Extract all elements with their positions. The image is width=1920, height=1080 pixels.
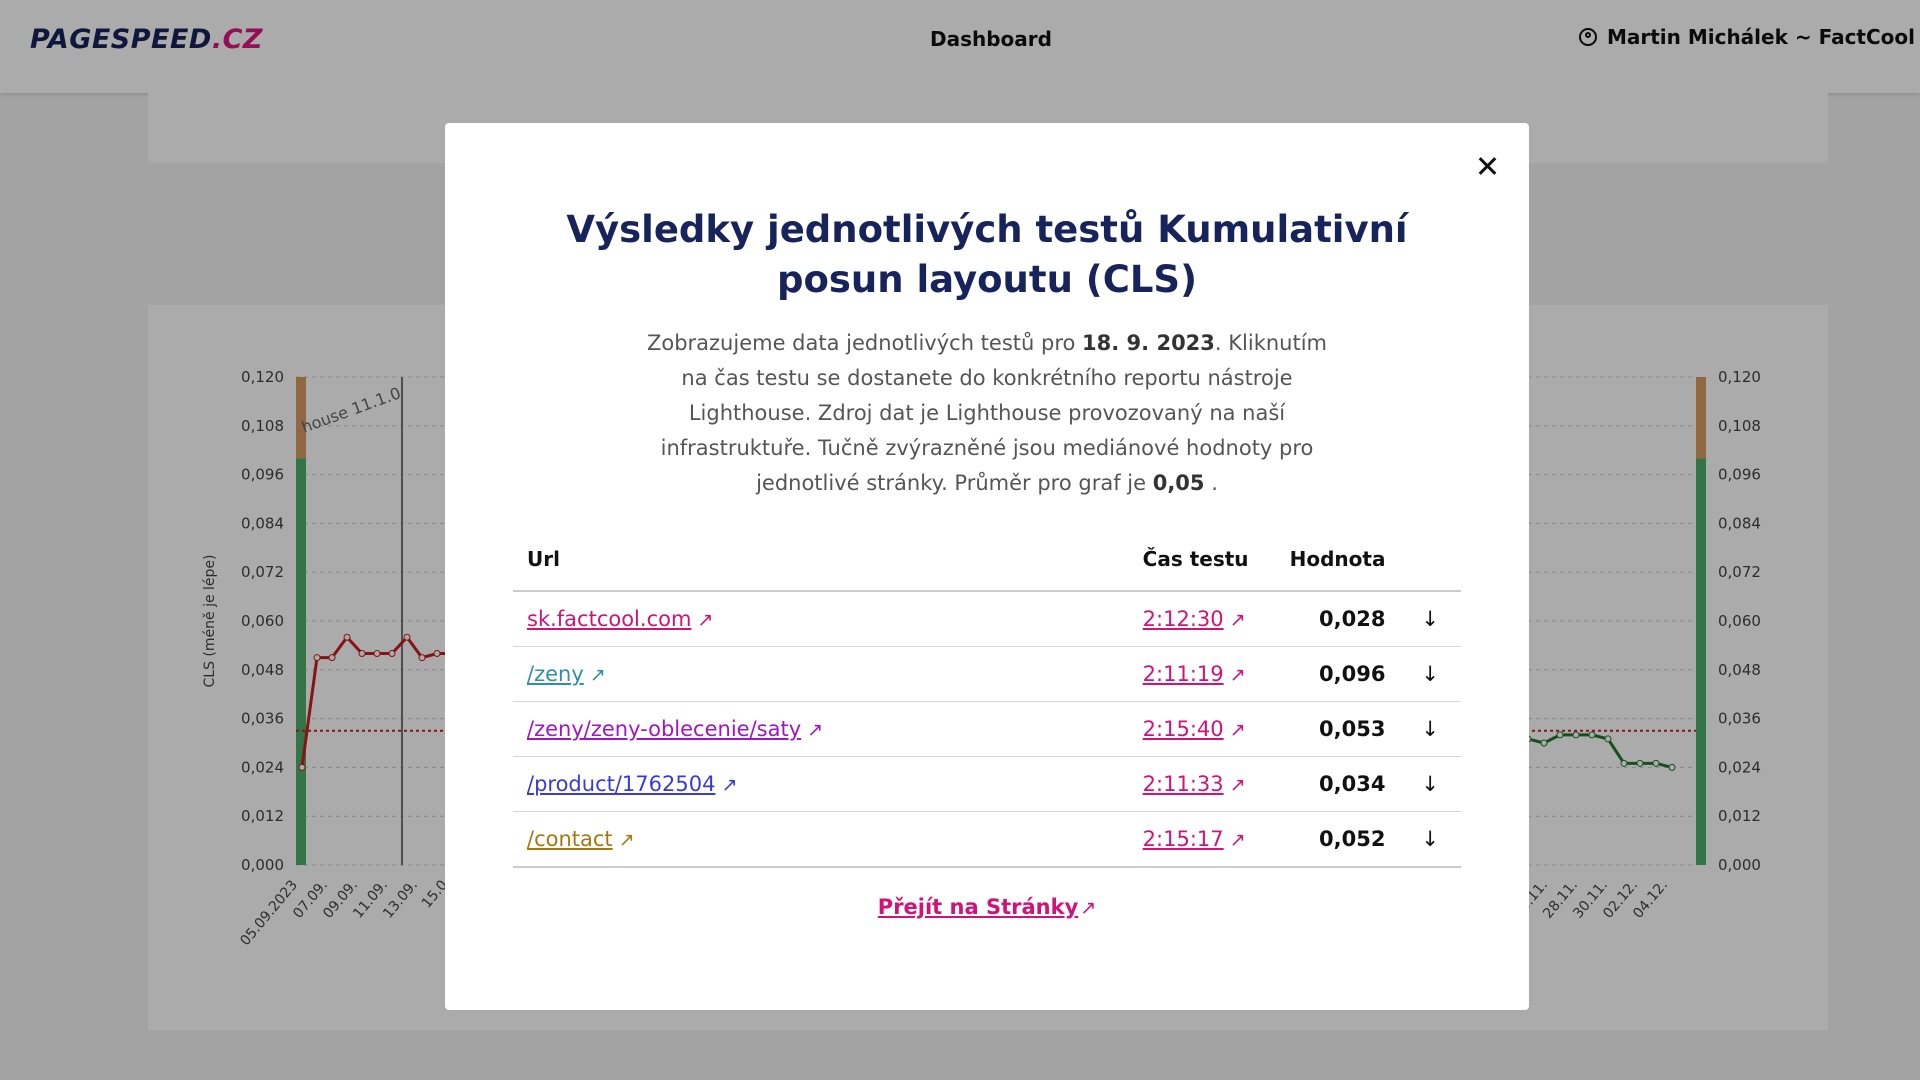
external-link-icon: ↗ <box>1229 829 1246 851</box>
value-cell: 0,052 <box>1275 811 1400 868</box>
url-cell: /zeny/zeny-oblecenie/saty ↗ <box>513 701 1129 757</box>
table-row: /zeny ↗ 2:11:19 ↗ 0,096 ↓ <box>513 646 1461 702</box>
url-link[interactable]: /product/1762504 <box>527 772 715 796</box>
report-time-link[interactable]: 2:11:19 <box>1143 662 1224 686</box>
url-link[interactable]: /zeny/zeny-oblecenie/saty <box>527 717 801 741</box>
url-cell: /zeny ↗ <box>513 646 1129 702</box>
url-cell: /contact ↗ <box>513 811 1129 868</box>
external-link-icon: ↗ <box>1080 897 1097 919</box>
modal-title: Výsledky jednotlivých testů Kumulativní … <box>566 208 1408 301</box>
table-row: /zeny/zeny-oblecenie/saty ↗ 2:15:40 ↗ 0,053 ↓ <box>513 701 1461 757</box>
header-value: Hodnota <box>1275 528 1400 592</box>
url-link[interactable]: sk.factcool.com <box>527 607 691 631</box>
arrow-down-icon[interactable]: ↓ <box>1399 756 1461 812</box>
close-icon[interactable] <box>1473 151 1503 181</box>
results-modal: Výsledky jednotlivých testů Kumulativní … <box>445 123 1529 1010</box>
url-link[interactable]: /contact <box>527 827 613 851</box>
table-header-row: Url Čas testu Hodnota <box>513 528 1461 592</box>
table-row: sk.factcool.com ↗ 2:12:30 ↗ 0,028 ↓ <box>513 591 1461 647</box>
value-cell: 0,028 <box>1275 591 1400 647</box>
results-table: Url Čas testu Hodnota sk.factcool.com ↗ 2:… <box>513 528 1461 868</box>
report-time-link[interactable]: 2:11:33 <box>1143 772 1224 796</box>
url-link[interactable]: /zeny <box>527 662 584 686</box>
desc-text-1: Zobrazujeme data jednotlivých testů pro <box>646 331 1076 355</box>
value-cell: 0,034 <box>1275 756 1400 812</box>
external-link-icon: ↗ <box>807 719 824 741</box>
external-link-icon: ↗ <box>1229 664 1246 686</box>
arrow-down-icon[interactable]: ↓ <box>1399 646 1461 702</box>
value-cell: 0,096 <box>1275 646 1400 702</box>
arrow-down-icon[interactable]: ↓ <box>1399 811 1461 868</box>
time-cell: 2:11:19 ↗ <box>1128 646 1276 702</box>
arrow-down-icon[interactable]: ↓ <box>1399 701 1461 757</box>
table-row: /contact ↗ 2:15:17 ↗ 0,052 ↓ <box>513 811 1461 868</box>
url-cell: /product/1762504 ↗ <box>513 756 1129 812</box>
external-link-icon: ↗ <box>589 664 606 686</box>
desc-text-2: . Kliknutím na čas testu se dostanete do… <box>660 331 1328 495</box>
table-body: sk.factcool.com ↗ 2:12:30 ↗ 0,028 ↓/zeny ↗ 2:11… <box>513 591 1461 868</box>
time-cell: 2:11:33 ↗ <box>1128 756 1276 812</box>
header-url: Url <box>513 528 1129 592</box>
report-time-link[interactable]: 2:12:30 <box>1143 607 1224 631</box>
time-cell: 2:12:30 ↗ <box>1128 591 1276 647</box>
header-sort <box>1399 528 1461 592</box>
value-cell: 0,053 <box>1275 701 1400 757</box>
desc-date: 18. 9. 2023 <box>1082 331 1215 355</box>
external-link-icon: ↗ <box>1229 774 1246 796</box>
desc-average: 0,05 <box>1152 471 1205 495</box>
go-to-pages-link[interactable]: Přejít na Stránky <box>878 895 1078 919</box>
external-link-icon: ↗ <box>721 774 738 796</box>
cta-container: Přejít na Stránky ↗ <box>445 895 1529 919</box>
external-link-icon: ↗ <box>1229 609 1246 631</box>
time-cell: 2:15:40 ↗ <box>1128 701 1276 757</box>
header-time: Čas testu <box>1128 528 1276 592</box>
table-row: /product/1762504 ↗ 2:11:33 ↗ 0,034 ↓ <box>513 756 1461 812</box>
url-cell: sk.factcool.com ↗ <box>513 591 1129 647</box>
time-cell: 2:15:17 ↗ <box>1128 811 1276 868</box>
external-link-icon: ↗ <box>697 609 714 631</box>
report-time-link[interactable]: 2:15:17 <box>1143 827 1224 851</box>
external-link-icon: ↗ <box>1229 719 1246 741</box>
report-time-link[interactable]: 2:15:40 <box>1143 717 1224 741</box>
external-link-icon: ↗ <box>618 829 635 851</box>
arrow-down-icon[interactable]: ↓ <box>1399 591 1461 647</box>
desc-text-3: . <box>1211 471 1218 495</box>
modal-description: Zobrazujeme data jednotlivých testů pro … <box>645 326 1329 501</box>
